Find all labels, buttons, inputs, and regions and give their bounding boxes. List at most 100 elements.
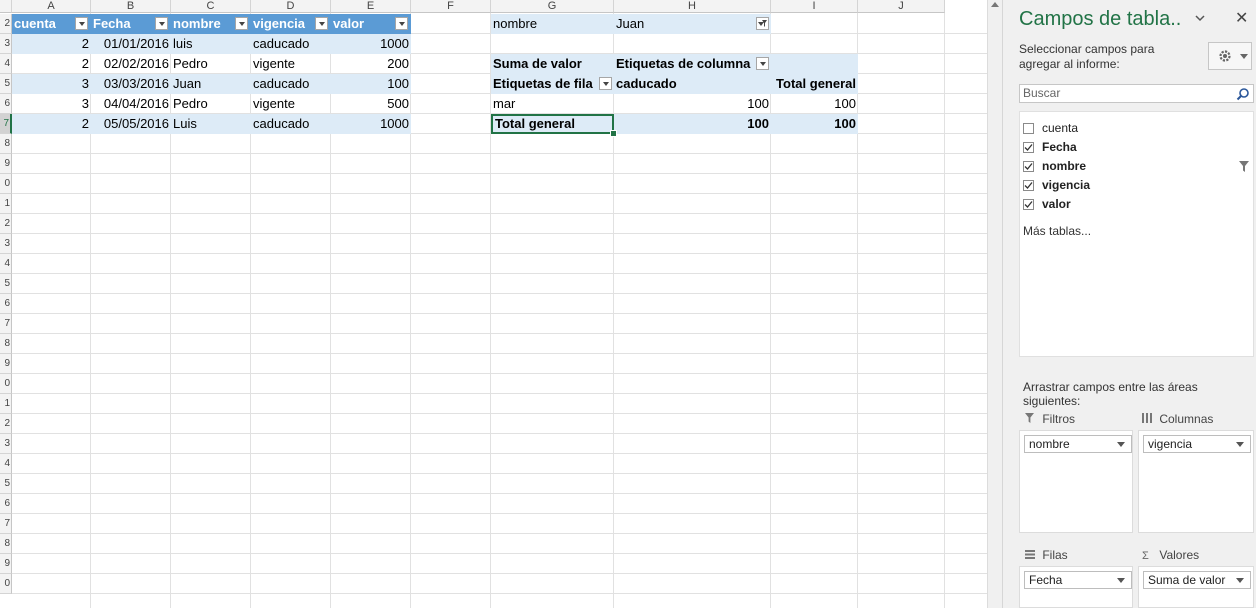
row-header[interactable]: 7 <box>0 114 12 134</box>
row-header[interactable]: 2 <box>0 414 12 434</box>
row-header[interactable]: 4 <box>0 454 12 474</box>
column-header-d[interactable]: D <box>251 0 331 13</box>
table-cell[interactable]: 3 <box>12 94 91 114</box>
row-header[interactable]: 3 <box>0 234 12 254</box>
chevron-down-icon[interactable] <box>1117 442 1125 447</box>
table-cell[interactable]: caducado <box>251 114 331 134</box>
pivot-grand-total-header[interactable]: Total general <box>771 74 858 94</box>
field-item-nombre[interactable]: nombre <box>1023 157 1086 175</box>
column-header-f[interactable]: F <box>411 0 491 13</box>
filter-dropdown-button[interactable] <box>395 17 408 30</box>
table-cell[interactable]: 2 <box>12 54 91 74</box>
pivot-values-label[interactable]: Suma de valor <box>491 54 614 74</box>
row-header[interactable]: 0 <box>0 374 12 394</box>
column-labels-dropdown[interactable] <box>756 57 769 70</box>
row-header[interactable]: 9 <box>0 154 12 174</box>
row-header[interactable]: 5 <box>0 274 12 294</box>
row-header[interactable]: 9 <box>0 554 12 574</box>
table-header-nombre[interactable]: nombre <box>171 14 251 34</box>
row-header[interactable]: 6 <box>0 494 12 514</box>
table-cell[interactable]: 05/05/2016 <box>91 114 171 134</box>
close-icon[interactable]: ✕ <box>1235 8 1248 28</box>
table-cell[interactable]: 04/04/2016 <box>91 94 171 114</box>
field-filter-icon[interactable] <box>1239 161 1249 172</box>
table-header-cuenta[interactable]: cuenta <box>12 14 91 34</box>
column-header-j[interactable]: J <box>858 0 945 13</box>
column-header-g[interactable]: G <box>491 0 614 13</box>
row-header[interactable]: 7 <box>0 514 12 534</box>
pane-options-chevron-icon[interactable] <box>1195 14 1205 22</box>
pivot-row-item[interactable]: mar <box>491 94 614 114</box>
pivot-filter-field[interactable]: nombre <box>491 14 614 34</box>
filter-dropdown-button[interactable] <box>75 17 88 30</box>
filter-dropdown-button[interactable] <box>315 17 328 30</box>
row-header[interactable]: 0 <box>0 174 12 194</box>
table-cell[interactable]: 200 <box>331 54 411 74</box>
more-tables-link[interactable]: Más tablas... <box>1023 224 1091 238</box>
table-cell[interactable]: Pedro <box>171 54 251 74</box>
table-cell[interactable]: Juan <box>171 74 251 94</box>
rows-drop-area[interactable]: Fecha <box>1019 566 1133 608</box>
filters-item-chip[interactable]: nombre <box>1024 435 1132 453</box>
column-header-a[interactable]: A <box>12 0 91 13</box>
tools-button[interactable] <box>1208 42 1252 70</box>
table-cell[interactable]: 03/03/2016 <box>91 74 171 94</box>
field-item-cuenta[interactable]: cuenta <box>1023 119 1078 137</box>
row-header[interactable]: 3 <box>0 34 12 54</box>
row-header[interactable]: 7 <box>0 314 12 334</box>
pivot-grand-total-value[interactable]: 100 <box>614 114 771 134</box>
pivot-filter-value[interactable]: Juan <box>614 14 771 34</box>
field-item-valor[interactable]: valor <box>1023 195 1071 213</box>
table-cell[interactable]: luis <box>171 34 251 54</box>
filter-dropdown-button[interactable] <box>155 17 168 30</box>
table-cell[interactable]: 100 <box>331 74 411 94</box>
row-header[interactable]: 9 <box>0 354 12 374</box>
spreadsheet-grid[interactable]: ABCDEFGHIJ23456789012345678901234567890 … <box>0 0 987 608</box>
table-cell[interactable]: 02/02/2016 <box>91 54 171 74</box>
table-header-valor[interactable]: valor <box>331 14 411 34</box>
pivot-column-item[interactable]: caducado <box>614 74 771 94</box>
table-cell[interactable]: 1000 <box>331 114 411 134</box>
filter-dropdown-button[interactable] <box>235 17 248 30</box>
pivot-row-total[interactable]: 100 <box>771 94 858 114</box>
table-cell[interactable]: Pedro <box>171 94 251 114</box>
values-item-chip[interactable]: Suma de valor <box>1143 571 1251 589</box>
row-header[interactable]: 8 <box>0 134 12 154</box>
values-drop-area[interactable]: Suma de valor <box>1138 566 1254 608</box>
field-item-fecha[interactable]: Fecha <box>1023 138 1077 156</box>
column-header-e[interactable]: E <box>331 0 411 13</box>
chevron-down-icon[interactable] <box>1117 578 1125 583</box>
column-header-i[interactable]: I <box>771 0 858 13</box>
row-header[interactable]: 0 <box>0 574 12 594</box>
selection-handle[interactable] <box>610 130 617 137</box>
row-header[interactable]: 2 <box>0 14 12 34</box>
table-cell[interactable]: 500 <box>331 94 411 114</box>
checked-checkbox[interactable] <box>1023 161 1034 172</box>
columns-item-chip[interactable]: vigencia <box>1143 435 1251 453</box>
scroll-up-arrow-icon[interactable] <box>991 2 999 7</box>
field-search-input[interactable]: Buscar <box>1019 84 1254 103</box>
table-header-vigencia[interactable]: vigencia <box>251 14 331 34</box>
table-cell[interactable]: caducado <box>251 34 331 54</box>
table-cell[interactable]: 3 <box>12 74 91 94</box>
table-cell[interactable]: caducado <box>251 74 331 94</box>
row-header[interactable]: 1 <box>0 394 12 414</box>
row-header[interactable]: 8 <box>0 334 12 354</box>
pivot-grand-total-label[interactable]: Total general <box>491 114 614 134</box>
checked-checkbox[interactable] <box>1023 180 1034 191</box>
table-cell[interactable]: vigente <box>251 54 331 74</box>
row-header[interactable]: 5 <box>0 74 12 94</box>
select-all-corner[interactable] <box>0 0 12 13</box>
unchecked-checkbox[interactable] <box>1023 123 1034 134</box>
row-header[interactable]: 4 <box>0 54 12 74</box>
rows-item-chip[interactable]: Fecha <box>1024 571 1132 589</box>
table-cell[interactable]: 1000 <box>331 34 411 54</box>
checked-checkbox[interactable] <box>1023 199 1034 210</box>
filters-drop-area[interactable]: nombre <box>1019 430 1133 533</box>
row-header[interactable]: 6 <box>0 294 12 314</box>
pivot-row-value[interactable]: 100 <box>614 94 771 114</box>
row-header[interactable]: 6 <box>0 94 12 114</box>
pivot-row-labels[interactable]: Etiquetas de fila <box>491 74 614 94</box>
row-header[interactable]: 3 <box>0 434 12 454</box>
table-cell[interactable]: 01/01/2016 <box>91 34 171 54</box>
